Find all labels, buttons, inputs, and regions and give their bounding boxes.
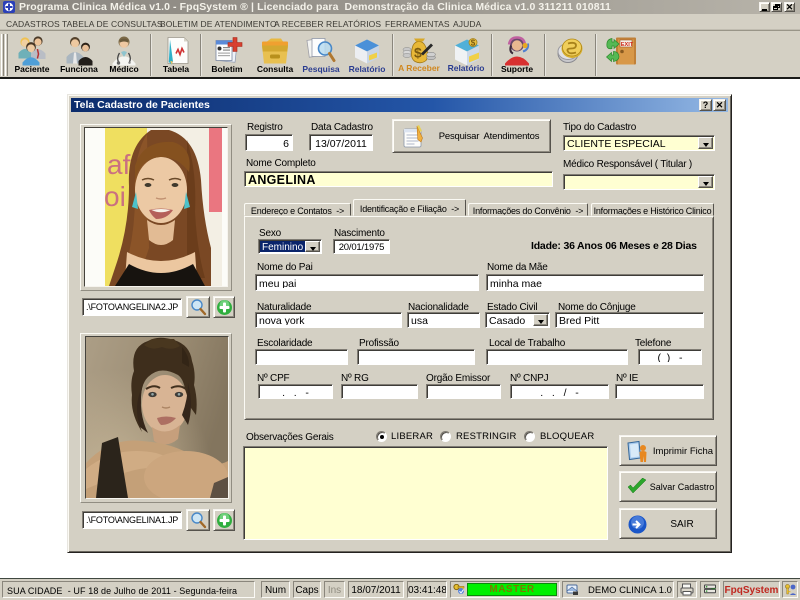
svg-text:af: af xyxy=(107,149,131,180)
svg-text:$: $ xyxy=(471,39,476,48)
svg-text:$: $ xyxy=(414,45,422,61)
svg-text:EXIT: EXIT xyxy=(621,42,634,48)
svg-text:oi: oi xyxy=(104,181,126,212)
